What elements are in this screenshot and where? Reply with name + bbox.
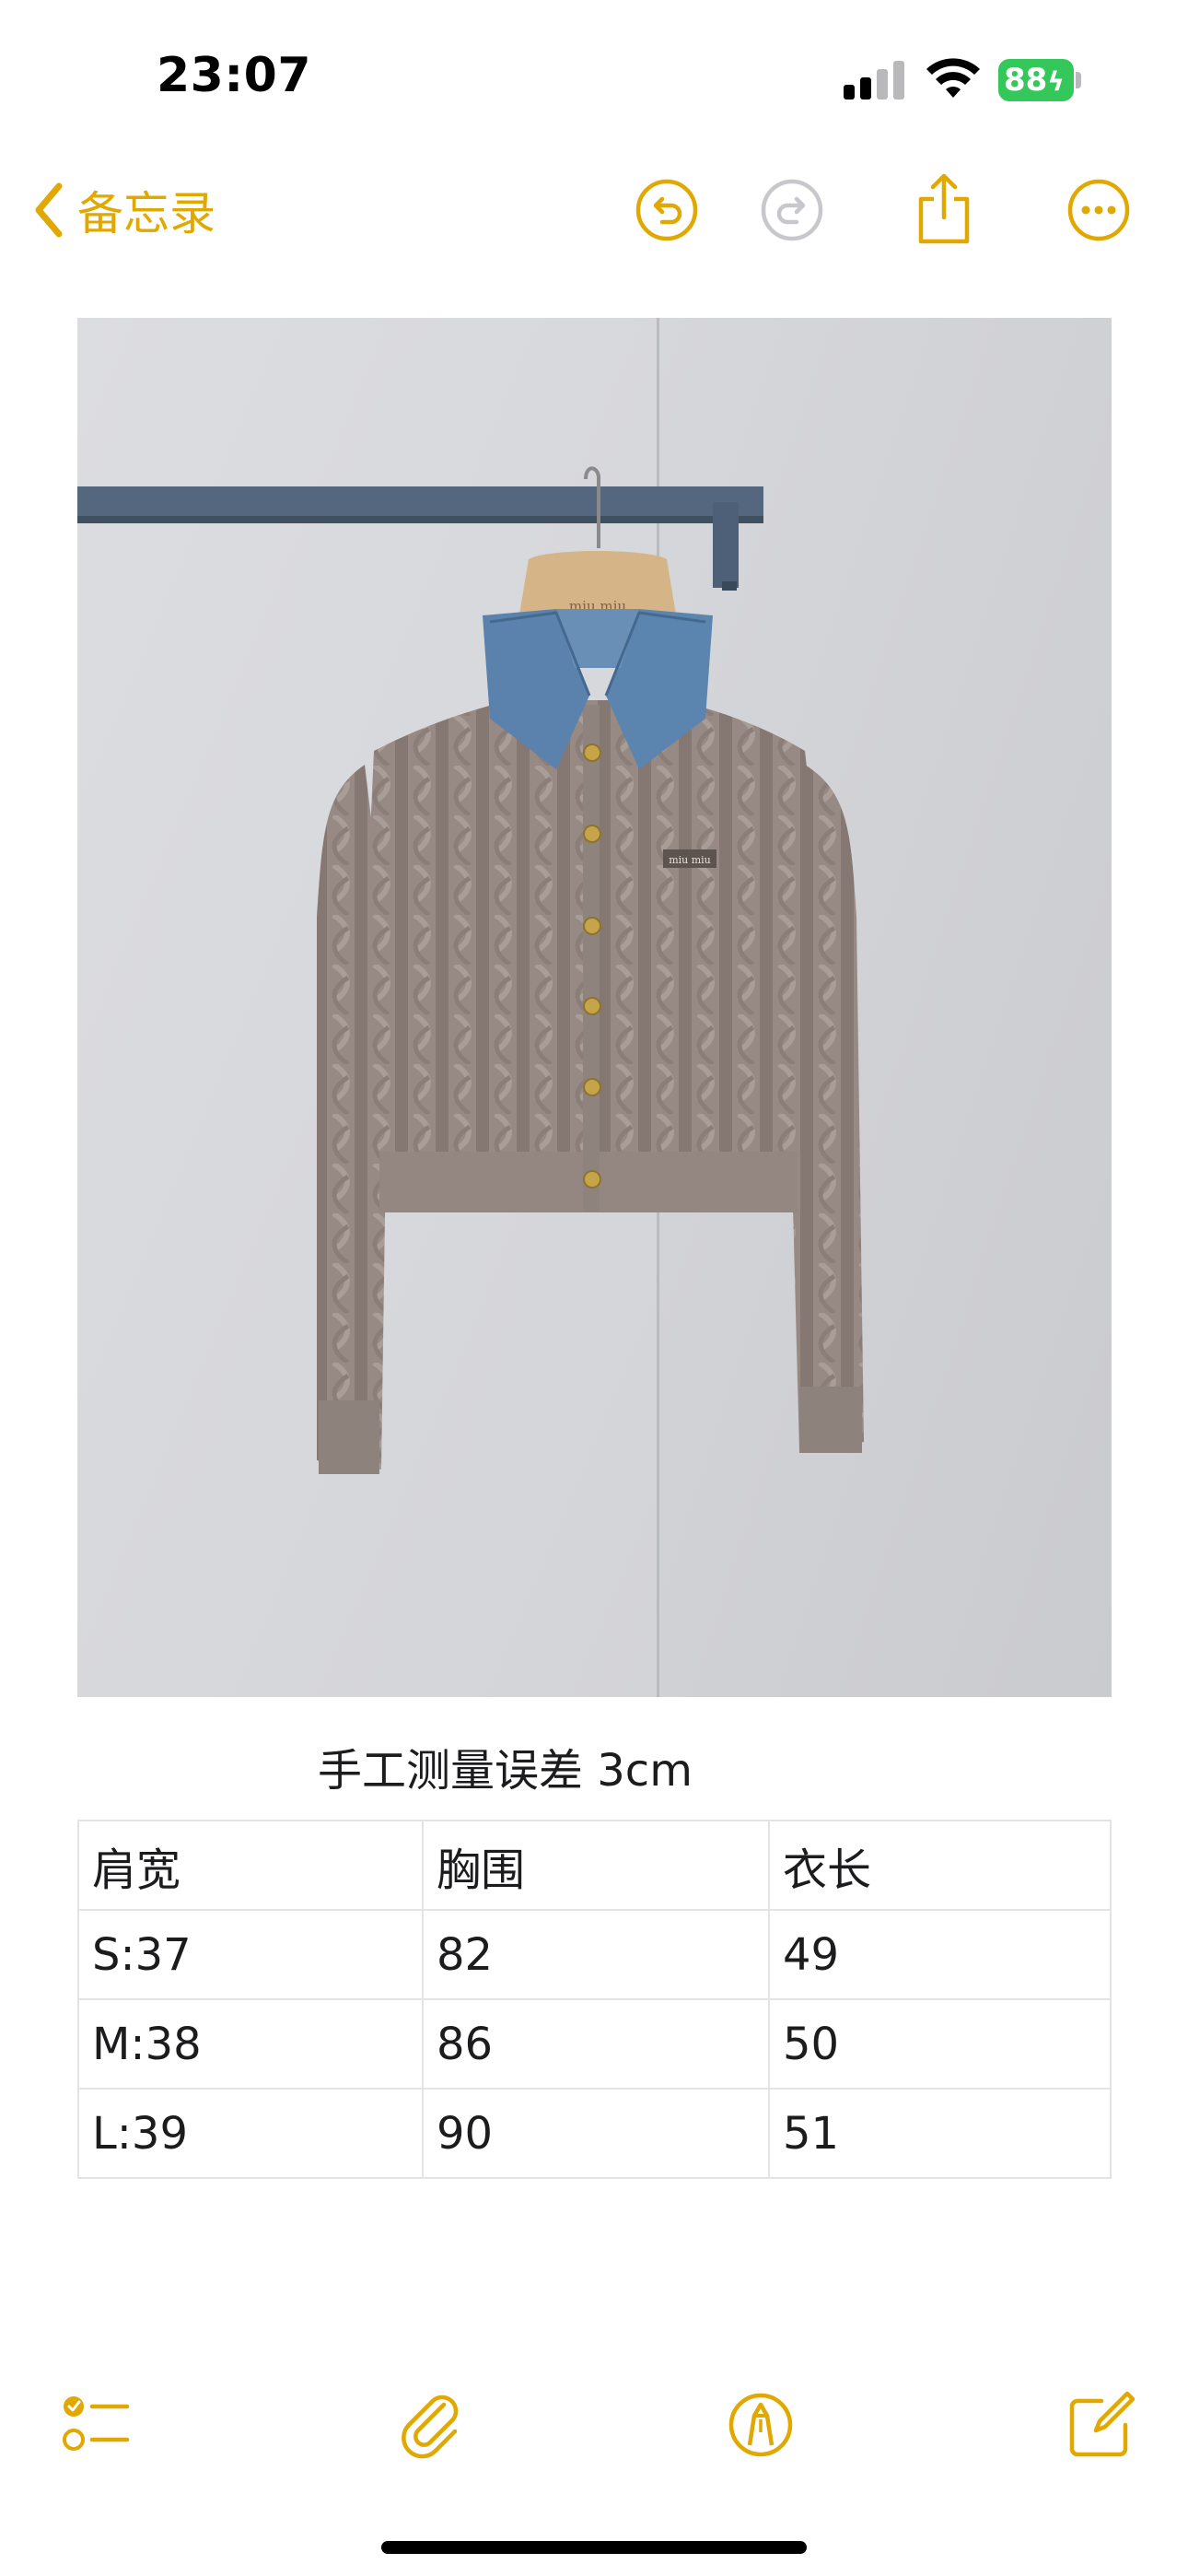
back-label: 备忘录: [77, 187, 215, 240]
table-row: M:38 86 50: [77, 1998, 1112, 2090]
undo-icon[interactable]: [635, 178, 699, 242]
home-indicator[interactable]: [381, 2541, 807, 2554]
note-caption[interactable]: 手工测量误差 3cm: [318, 1734, 693, 1798]
attachment-icon[interactable]: [396, 2388, 470, 2462]
table-header-row: 肩宽 胸围 衣长: [77, 1820, 1112, 1911]
compose-icon[interactable]: [1065, 2388, 1138, 2462]
table-cell[interactable]: 50: [768, 1998, 1112, 2090]
table-cell[interactable]: M:38: [77, 1998, 424, 2090]
more-icon[interactable]: [1066, 178, 1131, 242]
charging-bolt-icon: ϟ: [1047, 66, 1065, 97]
table-cell[interactable]: 86: [422, 1998, 770, 2090]
table-cell[interactable]: S:37: [77, 1909, 424, 2000]
checklist-icon[interactable]: [61, 2388, 134, 2462]
svg-text:miu miu: miu miu: [669, 854, 711, 866]
table-cell[interactable]: 51: [768, 2088, 1112, 2179]
markup-icon[interactable]: [724, 2388, 798, 2462]
table-cell[interactable]: 82: [422, 1909, 770, 2000]
table-header-cell[interactable]: 肩宽: [77, 1820, 424, 1911]
share-icon[interactable]: [914, 173, 974, 245]
table-header-cell[interactable]: 胸围: [422, 1820, 770, 1911]
back-button[interactable]: 备忘录: [33, 173, 215, 247]
redo-icon[interactable]: [760, 178, 824, 242]
cardigan-photo[interactable]: miu miu miu miu: [77, 318, 1112, 1697]
chevron-left-icon: [35, 182, 63, 238]
table-cell[interactable]: 49: [768, 1909, 1112, 2000]
table-cell[interactable]: 90: [422, 2088, 770, 2179]
battery-level: 88ϟ: [998, 59, 1074, 101]
table-row: S:37 82 49: [77, 1909, 1112, 2000]
table-row: L:39 90 51: [77, 2088, 1112, 2179]
table-cell[interactable]: L:39: [77, 2088, 424, 2179]
battery-percent: 88: [1004, 62, 1048, 99]
size-table[interactable]: 肩宽 胸围 衣长 S:37 82 49 M:38 86 50 L:39 90 5…: [77, 1820, 1112, 2179]
battery-tip: [1076, 72, 1081, 88]
wifi-icon: [926, 58, 980, 98]
signal-icon: [844, 61, 904, 100]
table-header-cell[interactable]: 衣长: [768, 1820, 1112, 1911]
battery-icon: 88ϟ: [998, 59, 1083, 101]
status-time: 23:07: [157, 48, 312, 103]
